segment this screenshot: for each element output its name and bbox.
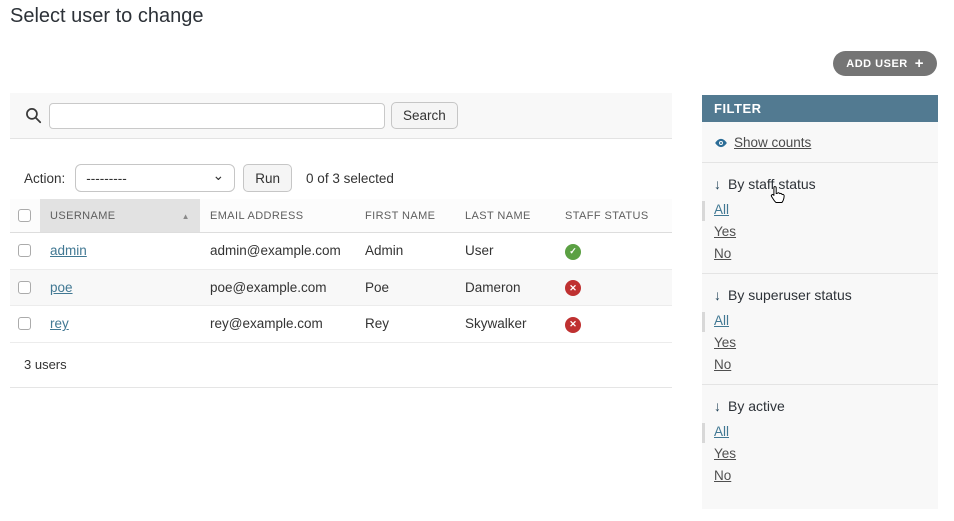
header-username[interactable]: USERNAME ▲ [40, 199, 200, 233]
row-checkbox[interactable] [18, 244, 31, 257]
last-name-cell: Dameron [455, 269, 555, 306]
filter-option-all[interactable]: All [714, 424, 729, 439]
email-cell: rey@example.com [200, 306, 355, 343]
email-cell: poe@example.com [200, 269, 355, 306]
filter-option-all[interactable]: All [714, 313, 729, 328]
filter-option-no[interactable]: No [714, 246, 731, 261]
header-staff-status: STAFF STATUS [555, 199, 672, 233]
filter-section-title: ↓ By superuser status [714, 287, 926, 303]
plus-icon: + [915, 56, 924, 71]
search-input[interactable] [49, 103, 385, 129]
filter-option-yes[interactable]: Yes [714, 446, 736, 461]
search-bar: Search [10, 93, 672, 139]
first-name-cell: Admin [355, 233, 455, 270]
result-count: 3 users [10, 343, 672, 388]
filter-option-yes[interactable]: Yes [714, 224, 736, 239]
changelist-main: Search Action: --------- ⌄ Run 0 of 3 se… [10, 93, 672, 388]
page-title: Select user to change [10, 5, 203, 28]
table-header-row: USERNAME ▲ EMAIL ADDRESS FIRST NAME LAST… [10, 199, 672, 233]
header-username-label: USERNAME [50, 210, 116, 222]
show-counts-row: Show counts [702, 122, 938, 163]
filter-option-all[interactable]: All [714, 202, 729, 217]
filter-section-title: ↓ By active [714, 398, 926, 414]
last-name-cell: User [455, 233, 555, 270]
filter-option-no[interactable]: No [714, 468, 731, 483]
username-link[interactable]: admin [50, 243, 87, 258]
filter-section-active: ↓ By active All Yes No [702, 385, 938, 495]
show-counts-link[interactable]: Show counts [734, 135, 811, 150]
search-icon [24, 106, 43, 125]
filter-section-title-label: By superuser status [728, 287, 852, 303]
header-last-name[interactable]: LAST NAME [455, 199, 555, 233]
header-first-name[interactable]: FIRST NAME [355, 199, 455, 233]
selected-option-marker [702, 201, 705, 221]
action-select-value: --------- [86, 171, 126, 186]
header-email[interactable]: EMAIL ADDRESS [200, 199, 355, 233]
select-all-checkbox[interactable] [18, 209, 31, 222]
table-row: poe poe@example.com Poe Dameron ✕ [10, 269, 672, 306]
eye-icon [714, 136, 728, 150]
email-cell: admin@example.com [200, 233, 355, 270]
filter-title: FILTER [702, 95, 938, 122]
add-user-label: ADD USER [846, 58, 907, 70]
filter-section-superuser-status: ↓ By superuser status All Yes No [702, 274, 938, 385]
username-link[interactable]: rey [50, 316, 69, 331]
staff-yes-icon: ✓ [565, 244, 581, 260]
first-name-cell: Rey [355, 306, 455, 343]
arrow-down-icon: ↓ [714, 287, 721, 303]
sort-ascending-icon[interactable]: ▲ [182, 212, 190, 221]
add-user-button[interactable]: ADD USER + [833, 51, 937, 76]
filter-section-title: ↓ By staff status [714, 176, 926, 192]
user-table: USERNAME ▲ EMAIL ADDRESS FIRST NAME LAST… [10, 199, 672, 343]
table-row: admin admin@example.com Admin User ✓ [10, 233, 672, 270]
filter-sidebar: FILTER Show counts ↓ By staff status All… [702, 95, 938, 509]
username-link[interactable]: poe [50, 280, 73, 295]
filter-option-yes[interactable]: Yes [714, 335, 736, 350]
arrow-down-icon: ↓ [714, 176, 721, 192]
staff-no-icon: ✕ [565, 317, 581, 333]
action-label: Action: [24, 171, 65, 186]
cursor-pointer-icon [767, 184, 788, 207]
filter-section-title-label: By active [728, 398, 785, 414]
header-checkbox-cell [10, 199, 40, 233]
filter-section-staff-status: ↓ By staff status All Yes No [702, 163, 938, 274]
row-checkbox[interactable] [18, 281, 31, 294]
action-row: Action: --------- ⌄ Run 0 of 3 selected [10, 163, 672, 193]
filter-option-no[interactable]: No [714, 357, 731, 372]
search-button[interactable]: Search [391, 102, 458, 129]
last-name-cell: Skywalker [455, 306, 555, 343]
selection-count: 0 of 3 selected [306, 171, 394, 186]
selected-option-marker [702, 423, 705, 443]
run-button[interactable]: Run [243, 164, 292, 192]
arrow-down-icon: ↓ [714, 398, 721, 414]
action-select[interactable]: --------- ⌄ [75, 164, 235, 192]
row-checkbox[interactable] [18, 317, 31, 330]
first-name-cell: Poe [355, 269, 455, 306]
table-row: rey rey@example.com Rey Skywalker ✕ [10, 306, 672, 343]
staff-no-icon: ✕ [565, 280, 581, 296]
selected-option-marker [702, 312, 705, 332]
